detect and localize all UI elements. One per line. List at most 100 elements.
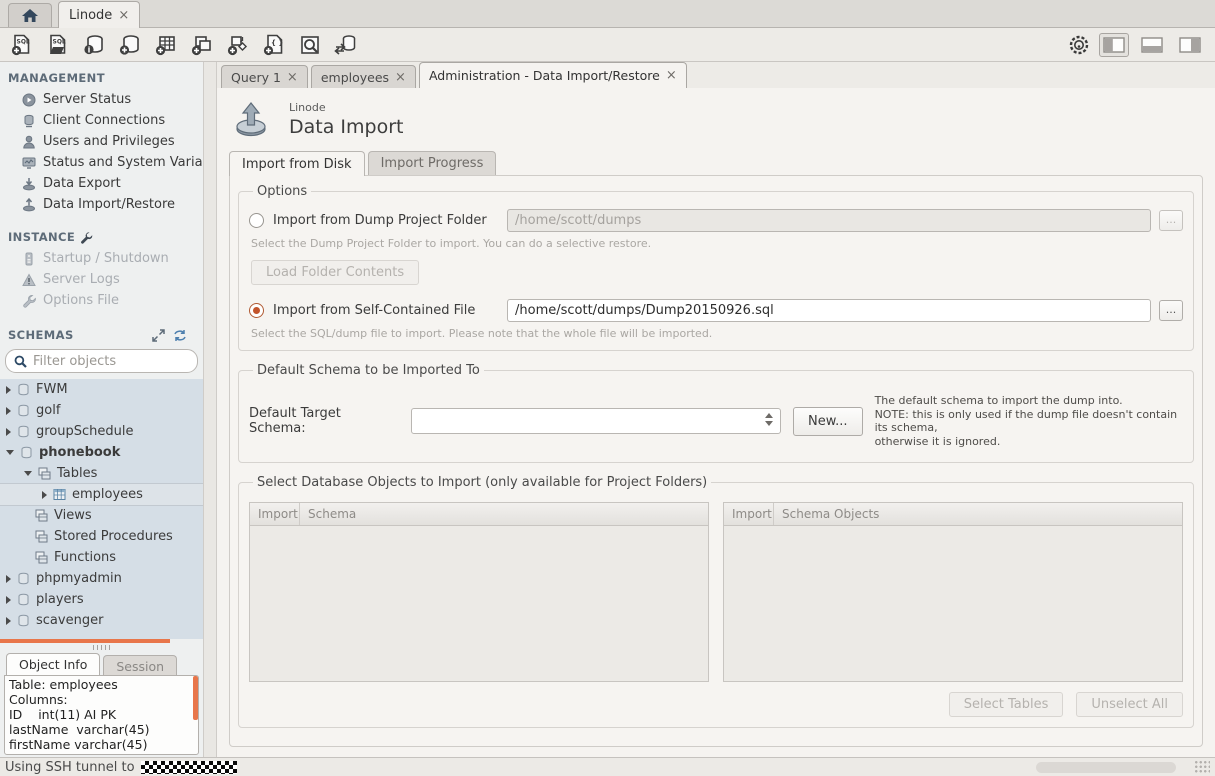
startup-shutdown-icon [22, 252, 36, 266]
schema-tree-item-groupschedule[interactable]: groupSchedule [0, 421, 203, 442]
horizontal-scrollbar[interactable] [1036, 762, 1176, 773]
browse-dump-folder-button[interactable]: ... [1159, 210, 1183, 231]
bottom-panel-icon [1141, 37, 1163, 53]
options-legend: Options [253, 184, 311, 199]
options-file-icon [22, 294, 36, 308]
toggle-right-panel-button[interactable] [1175, 33, 1205, 57]
dump-folder-path-field[interactable]: /home/scott/dumps [507, 209, 1151, 232]
navigator-sidebar: MANAGEMENT Server Status Client Connecti… [0, 62, 203, 757]
select-tables-button[interactable]: Select Tables [949, 692, 1064, 717]
close-icon[interactable]: × [666, 69, 677, 82]
client-connections-icon [22, 114, 36, 128]
chevron-right-icon[interactable] [6, 617, 11, 625]
default-schema-legend: Default Schema to be Imported To [253, 363, 484, 378]
window-resize-grip-icon[interactable] [1194, 760, 1210, 774]
main-area: Query 1 × employees × Administration - D… [217, 62, 1215, 757]
management-section-header: MANAGEMENT [0, 62, 203, 89]
schema-tree-item-stored-procedures[interactable]: Stored Procedures [0, 526, 203, 547]
sidebar-item-server-logs[interactable]: Server Logs [0, 269, 203, 290]
tab-object-info[interactable]: Object Info [6, 653, 100, 675]
default-target-schema-select[interactable] [411, 408, 781, 434]
schema-tree-item-fwm[interactable]: FWM [0, 379, 203, 400]
chevron-right-icon[interactable] [6, 575, 11, 583]
schema-tree-item-functions[interactable]: Functions [0, 547, 203, 568]
sidebar-item-options-file[interactable]: Options File [0, 290, 203, 311]
object-info-line: firstName varchar(45) [9, 737, 194, 752]
select-objects-legend: Select Database Objects to Import (only … [253, 475, 711, 490]
dump-folder-hint: Select the Dump Project Folder to import… [251, 237, 1183, 250]
chevron-right-icon[interactable] [6, 428, 11, 436]
schema-tree-item-golf[interactable]: golf [0, 400, 203, 421]
new-sql-tab-icon[interactable]: SQL [10, 33, 34, 57]
create-table-icon[interactable] [154, 33, 178, 57]
tab-administration-data-import[interactable]: Administration - Data Import/Restore × [419, 62, 687, 88]
chevron-right-icon[interactable] [6, 596, 11, 604]
sidebar-item-data-export[interactable]: Data Export [0, 173, 203, 194]
expand-panel-icon[interactable] [152, 329, 165, 342]
ssh-tunnel-status-text: Using SSH tunnel to [5, 760, 135, 775]
new-schema-button[interactable]: New... [793, 407, 863, 436]
inspect-database-icon[interactable]: i [82, 33, 106, 57]
schema-tree-item-views[interactable]: Views [0, 505, 203, 526]
create-procedure-icon[interactable] [226, 33, 250, 57]
close-icon[interactable]: × [118, 9, 129, 22]
connection-tab[interactable]: Linode × [58, 1, 140, 28]
sidebar-item-startup-shutdown[interactable]: Startup / Shutdown [0, 248, 203, 269]
sidebar-item-client-connections[interactable]: Client Connections [0, 110, 203, 131]
self-contained-file-field[interactable]: /home/scott/dumps/Dump20150926.sql [507, 299, 1151, 322]
chevron-down-icon[interactable] [6, 450, 14, 455]
chevron-down-icon[interactable] [24, 471, 32, 476]
schema-tree-item-phpmyadmin[interactable]: phpmyadmin [0, 568, 203, 589]
schema-tree-item-phonebook[interactable]: phonebook [0, 442, 203, 463]
home-tab[interactable] [8, 3, 52, 27]
radio-import-dump-folder[interactable]: Import from Dump Project Folder [249, 213, 507, 228]
toggle-bottom-panel-button[interactable] [1137, 33, 1167, 57]
svg-text:SQL: SQL [53, 38, 66, 45]
schema-tree-item-players[interactable]: players [0, 589, 203, 610]
sidebar-item-status-system-variables[interactable]: Status and System Variables [0, 152, 203, 173]
left-panel-icon [1103, 37, 1125, 53]
sidebar-item-data-import-restore[interactable]: Data Import/Restore [0, 194, 203, 215]
schema-tree-item-scavenger[interactable]: scavenger [0, 610, 203, 631]
load-folder-contents-button[interactable]: Load Folder Contents [251, 260, 419, 285]
browse-file-button[interactable]: ... [1159, 300, 1183, 321]
tab-employees[interactable]: employees × [311, 65, 416, 88]
create-function-icon[interactable]: { } [262, 33, 286, 57]
reconnect-database-icon[interactable] [334, 33, 358, 57]
sidebar-item-server-status[interactable]: Server Status [0, 89, 203, 110]
close-icon[interactable]: × [287, 71, 298, 84]
close-icon[interactable]: × [395, 71, 406, 84]
schema-tree-item-employees[interactable]: employees [0, 484, 203, 505]
default-schema-note: The default schema to import the dump in… [875, 394, 1183, 448]
schema-objects-table-header: Import Schema Objects [724, 503, 1182, 526]
schema-icon [17, 425, 30, 438]
find-objects-icon[interactable] [298, 33, 322, 57]
editor-tab-bar: Query 1 × employees × Administration - D… [217, 62, 1215, 88]
open-sql-file-icon[interactable]: SQL [46, 33, 70, 57]
chevron-right-icon[interactable] [6, 386, 11, 394]
refresh-schemas-icon[interactable] [173, 329, 187, 342]
create-view-icon[interactable] [190, 33, 214, 57]
status-circle-icon[interactable] [1067, 33, 1091, 57]
schema-icon [17, 593, 30, 606]
tab-session[interactable]: Session [103, 655, 177, 675]
create-schema-icon[interactable] [118, 33, 142, 57]
tab-query-1[interactable]: Query 1 × [221, 65, 308, 88]
radio-import-self-contained[interactable]: Import from Self-Contained File [249, 303, 507, 318]
toggle-left-panel-button[interactable] [1099, 33, 1129, 57]
chevron-right-icon[interactable] [42, 491, 47, 499]
unselect-all-button[interactable]: Unselect All [1076, 692, 1183, 717]
tab-import-from-disk[interactable]: Import from Disk [229, 151, 365, 176]
chevron-right-icon[interactable] [6, 407, 11, 415]
schema-tree-item-tables[interactable]: Tables [0, 463, 203, 484]
main-toolbar: SQL SQL i { } [0, 28, 1215, 62]
schemas-table-header: Import Schema [250, 503, 708, 526]
object-info-scrollbar[interactable] [193, 676, 198, 720]
radio-button-selected-icon[interactable] [249, 303, 264, 318]
schema-filter-input[interactable] [33, 354, 163, 369]
tab-import-progress[interactable]: Import Progress [368, 151, 497, 175]
sidebar-item-users-privileges[interactable]: Users and Privileges [0, 131, 203, 152]
main-splitter-handle[interactable] [203, 62, 217, 757]
sidebar-splitter-handle[interactable] [0, 643, 203, 652]
radio-button-icon[interactable] [249, 213, 264, 228]
